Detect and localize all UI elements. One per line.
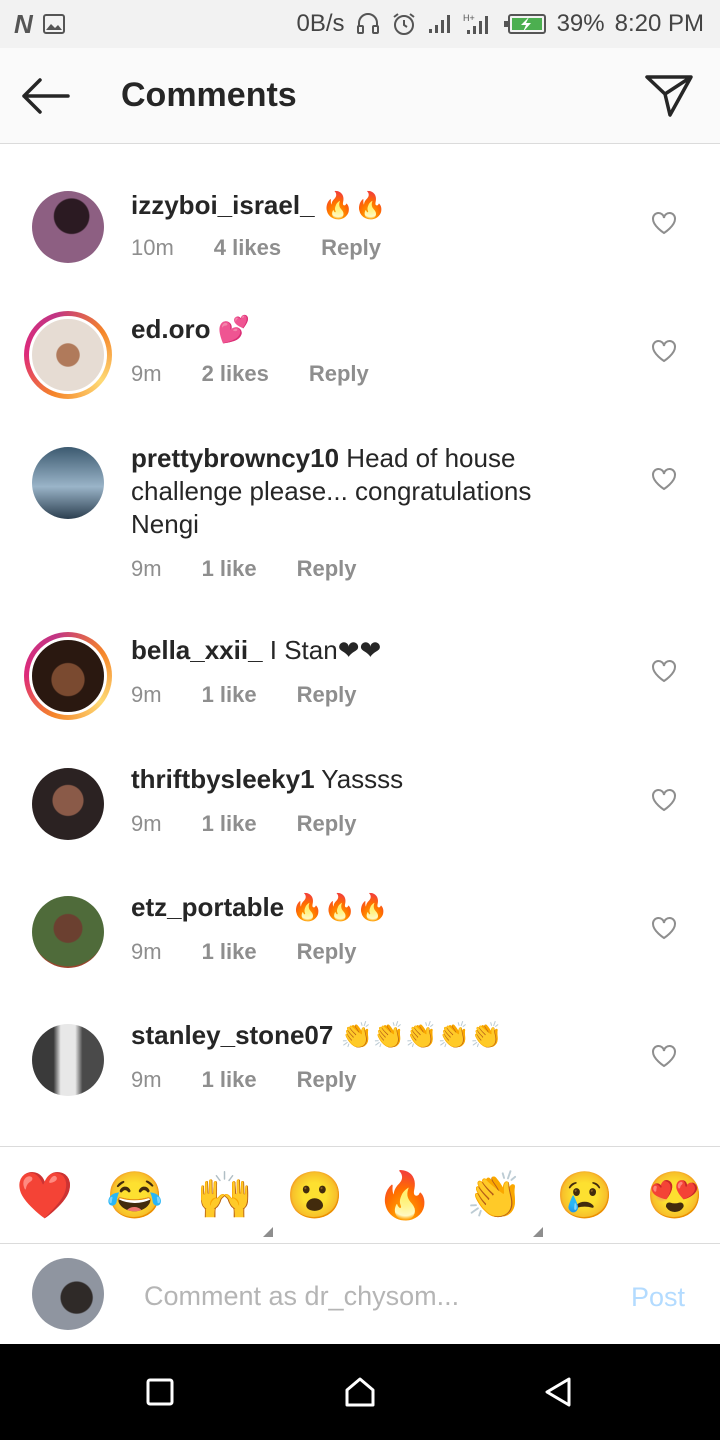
recent-apps-button[interactable]	[142, 1374, 178, 1410]
recent-apps-icon	[146, 1378, 174, 1406]
comment-body: 🔥🔥	[314, 190, 387, 220]
quick-reaction-bar: ❤️ 😂 🙌 😮 🔥 👏 😢 😍	[0, 1146, 720, 1244]
comment-username[interactable]: thriftbysleeky1	[131, 764, 315, 794]
clock: 8:20 PM	[614, 10, 704, 37]
heart-icon[interactable]	[651, 788, 677, 812]
reaction-heart-eyes[interactable]: 😍	[645, 1165, 705, 1225]
comment-likes[interactable]: 1 like	[202, 682, 257, 708]
gallery-icon	[42, 13, 66, 35]
alarm-icon	[391, 11, 417, 37]
reaction-clap[interactable]: 👏	[465, 1165, 543, 1237]
comment-username[interactable]: ed.oro	[131, 314, 210, 344]
comment-body: Yassss	[314, 764, 404, 794]
home-button[interactable]	[342, 1374, 378, 1410]
comment-body: I Stan❤❤	[262, 635, 382, 665]
comment-likes[interactable]: 1 like	[202, 811, 257, 837]
heart-icon[interactable]	[651, 211, 677, 235]
n-logo-icon: N	[14, 8, 33, 39]
back-icon	[545, 1377, 571, 1407]
reply-button[interactable]: Reply	[321, 235, 381, 261]
avatar[interactable]	[32, 896, 104, 968]
battery-percent: 39%	[556, 10, 605, 37]
page-title: Comments	[121, 76, 297, 114]
reply-button[interactable]: Reply	[297, 682, 357, 708]
reaction-heart[interactable]: ❤️	[15, 1165, 75, 1225]
comment-meta: 9m 1 like Reply	[131, 682, 397, 708]
nav-back-button[interactable]	[540, 1374, 576, 1410]
battery-charging-icon	[503, 13, 547, 35]
reaction-cry[interactable]: 😢	[555, 1165, 615, 1225]
signal-h-plus-icon: H+	[463, 12, 493, 36]
direct-send-icon	[645, 75, 693, 117]
comment-username[interactable]: etz_portable	[131, 892, 284, 922]
comment-likes[interactable]: 2 likes	[202, 361, 269, 387]
comment-likes[interactable]: 1 like	[202, 1067, 257, 1093]
header: Comments	[0, 48, 720, 144]
reaction-raised-hands-emoji: 🙌	[196, 1169, 254, 1221]
signal-icon	[427, 13, 453, 35]
back-button[interactable]	[18, 72, 76, 120]
comment-time: 9m	[131, 361, 162, 386]
heart-icon[interactable]	[651, 339, 677, 363]
direct-send-button[interactable]	[644, 70, 698, 122]
heart-icon[interactable]	[651, 1044, 677, 1068]
comment-input[interactable]	[144, 1276, 604, 1316]
comment-meta: 10m 4 likes Reply	[131, 235, 421, 261]
comment-time: 9m	[131, 939, 162, 964]
comment-username[interactable]: izzyboi_israel_	[131, 190, 315, 220]
reply-button[interactable]: Reply	[297, 939, 357, 965]
avatar[interactable]	[32, 768, 104, 840]
comment-meta: 9m 1 like Reply	[131, 939, 397, 965]
reaction-clap-emoji: 👏	[466, 1169, 524, 1221]
comment-body: 💕	[210, 314, 251, 344]
skin-tone-indicator	[263, 1227, 273, 1237]
comment-meta: 9m 1 like Reply	[131, 811, 397, 837]
reaction-raised-hands[interactable]: 🙌	[195, 1165, 273, 1237]
reaction-laugh[interactable]: 😂	[105, 1165, 165, 1225]
heart-icon[interactable]	[651, 467, 677, 491]
avatar[interactable]	[32, 191, 104, 263]
comment-composer: Post	[0, 1244, 720, 1344]
status-bar: N 0B/s H+ 39% 8:20 PM	[0, 0, 720, 48]
system-nav-bar	[0, 1344, 720, 1440]
home-icon	[345, 1377, 375, 1407]
comment-time: 9m	[131, 682, 162, 707]
comment-time: 9m	[131, 1067, 162, 1092]
reaction-fire[interactable]: 🔥	[375, 1165, 435, 1225]
arrow-left-icon	[22, 78, 70, 114]
avatar[interactable]	[24, 632, 112, 720]
comment-likes[interactable]: 1 like	[202, 939, 257, 965]
avatar[interactable]	[32, 447, 104, 519]
comment-meta: 9m 2 likes Reply	[131, 361, 409, 387]
heart-icon[interactable]	[651, 659, 677, 683]
reply-button[interactable]: Reply	[309, 361, 369, 387]
comment-likes[interactable]: 1 like	[202, 556, 257, 582]
avatar[interactable]	[24, 311, 112, 399]
comment-time: 10m	[131, 235, 174, 260]
comment-list[interactable]: izzyboi_israel_ 🔥🔥 10m 4 likes Reply ed.…	[0, 145, 720, 1145]
skin-tone-indicator	[533, 1227, 543, 1237]
headset-icon	[355, 11, 381, 37]
comment-likes[interactable]: 4 likes	[214, 235, 281, 261]
comment-body: 🔥🔥🔥	[284, 892, 389, 922]
reply-button[interactable]: Reply	[297, 1067, 357, 1093]
comment-username[interactable]: prettybrowncy10	[131, 443, 339, 473]
net-speed: 0B/s	[296, 10, 345, 37]
reaction-surprised[interactable]: 😮	[285, 1165, 345, 1225]
post-button[interactable]: Post	[631, 1282, 685, 1313]
current-user-avatar	[32, 1258, 104, 1330]
comment-meta: 9m 1 like Reply	[131, 1067, 397, 1093]
comment-time: 9m	[131, 556, 162, 581]
comment-meta: 9m 1 like Reply	[131, 556, 397, 582]
heart-icon[interactable]	[651, 916, 677, 940]
reply-button[interactable]: Reply	[297, 556, 357, 582]
comment-time: 9m	[131, 811, 162, 836]
comment-username[interactable]: bella_xxii_	[131, 635, 263, 665]
comment-username[interactable]: stanley_stone07	[131, 1020, 333, 1050]
svg-text:H+: H+	[463, 13, 475, 23]
avatar[interactable]	[32, 1024, 104, 1096]
reply-button[interactable]: Reply	[297, 811, 357, 837]
comment-body: 👏👏👏👏👏	[333, 1020, 503, 1050]
